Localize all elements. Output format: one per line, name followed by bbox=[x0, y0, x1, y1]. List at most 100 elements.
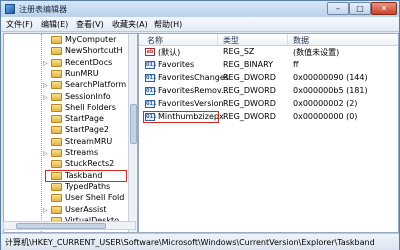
tree-item-label: UserAssist bbox=[65, 204, 107, 214]
tree-item[interactable]: MyComputer bbox=[4, 35, 127, 46]
registry-editor-window: 注册表编辑器 – □ ✕ 文件(F) 编辑(E) 查看(V) 收藏夹(A) 帮助… bbox=[0, 0, 400, 250]
menu-bar: 文件(F) 编辑(E) 查看(V) 收藏夹(A) 帮助(H) bbox=[1, 17, 399, 32]
value-data: (数值未设置) bbox=[293, 48, 340, 57]
folder-icon bbox=[51, 137, 62, 146]
tree-item[interactable]: ▷ UserAssist bbox=[4, 205, 127, 216]
tree-horizontal-scrollbar[interactable] bbox=[3, 221, 136, 230]
tree-item-label: StartPage bbox=[65, 114, 104, 124]
value-name: FavoritesChanges bbox=[158, 73, 229, 82]
value-row[interactable]: 011 FavoritesVersion REG_DWORD 0x00000002 (… bbox=[139, 99, 398, 110]
tree-item[interactable]: TypedPaths bbox=[4, 182, 127, 193]
tree-item[interactable]: ▷ SearchPlatform bbox=[4, 80, 127, 91]
menu-view[interactable]: 查看(V) bbox=[76, 19, 104, 30]
tree-item[interactable]: ▷ RecentDocs bbox=[4, 58, 127, 69]
expand-arrow-icon[interactable]: ▷ bbox=[43, 207, 48, 214]
menu-file[interactable]: 文件(F) bbox=[6, 19, 33, 30]
value-row[interactable]: 011 FavoritesChanges REG_DWORD 0x00000090 (… bbox=[139, 73, 398, 84]
window-title: 注册表编辑器 bbox=[19, 5, 67, 14]
column-name-header[interactable]: 名称 bbox=[147, 35, 163, 46]
title-bar[interactable]: 注册表编辑器 – □ ✕ bbox=[1, 1, 399, 17]
folder-icon bbox=[51, 47, 62, 56]
value-name: FavoritesVersion bbox=[158, 99, 224, 108]
value-data: 0x000000b5 (181) bbox=[293, 86, 368, 95]
menu-help[interactable]: 帮助(H) bbox=[154, 19, 182, 30]
value-type: REG_DWORD bbox=[223, 73, 276, 82]
minimize-button[interactable]: – bbox=[327, 2, 349, 15]
value-data: 0x00000000 (0) bbox=[293, 112, 358, 121]
tree-item[interactable]: ▷ Streams bbox=[4, 148, 127, 159]
value-row[interactable]: 011 FavoritesRemov... REG_DWORD 0x000000b5 … bbox=[139, 86, 398, 97]
value-type: REG_DWORD bbox=[223, 99, 276, 108]
value-row[interactable]: 011 Favorites REG_BINARY ff bbox=[139, 60, 398, 71]
tree-item-label: NewShortcutH bbox=[65, 46, 123, 56]
tree-item[interactable]: User Shell Fold bbox=[4, 193, 127, 204]
expand-arrow-icon[interactable]: ▷ bbox=[43, 60, 48, 67]
value-name: (默认) bbox=[158, 48, 181, 57]
status-bar: 计算机\HKEY_CURRENT_USER\Software\Microsoft… bbox=[1, 233, 399, 250]
menu-favorites[interactable]: 收藏夹(A) bbox=[112, 19, 148, 30]
expand-arrow-icon[interactable]: ▷ bbox=[43, 94, 48, 101]
menu-edit[interactable]: 编辑(E) bbox=[41, 19, 68, 30]
folder-icon bbox=[51, 115, 62, 124]
folder-icon bbox=[51, 58, 62, 67]
folder-icon bbox=[51, 160, 62, 169]
values-list-pane[interactable]: 名称 类型 数据 ab (默认) REG_SZ (数值未设置) 011 Favorites… bbox=[138, 33, 399, 233]
tree-item-label: StartPage2 bbox=[65, 125, 109, 135]
tree-scroll-thumb[interactable] bbox=[130, 104, 137, 144]
tree-item[interactable]: RunMRU bbox=[4, 69, 127, 80]
tree-vertical-scrollbar[interactable] bbox=[128, 34, 137, 232]
binary-value-icon: 011 bbox=[145, 100, 157, 108]
folder-icon bbox=[51, 205, 62, 214]
folder-icon bbox=[51, 103, 62, 112]
maximize-button[interactable]: □ bbox=[349, 2, 371, 15]
value-name: FavoritesRemov... bbox=[158, 86, 229, 95]
tree-item[interactable]: StartPage bbox=[4, 114, 127, 125]
tree-item-label: SessionInfo bbox=[65, 91, 111, 101]
minthumb-highlight-box bbox=[143, 111, 219, 123]
tree-item-label: User Shell Fold bbox=[65, 193, 125, 203]
tree-item[interactable]: ▷ SessionInfo bbox=[4, 92, 127, 103]
column-data-header[interactable]: 数据 bbox=[293, 35, 309, 46]
tree-hscroll-thumb[interactable] bbox=[16, 223, 106, 229]
tree-item-label: Streams bbox=[65, 148, 99, 157]
tree-item[interactable]: StreamMRU bbox=[4, 137, 127, 148]
folder-icon bbox=[51, 36, 62, 44]
taskband-highlight-box bbox=[45, 170, 127, 182]
binary-value-icon: 011 bbox=[145, 61, 157, 69]
binary-value-icon: 011 bbox=[145, 74, 157, 82]
tree-item[interactable]: StartPage2 bbox=[4, 125, 127, 136]
value-data: 0x00000090 (144) bbox=[293, 73, 368, 82]
value-data: 0x00000002 (2) bbox=[293, 99, 358, 108]
list-header: 名称 类型 数据 bbox=[139, 34, 398, 46]
registry-editor-icon bbox=[5, 4, 15, 14]
tree-item-label: MyComputer bbox=[65, 35, 117, 44]
folder-icon bbox=[51, 149, 62, 157]
expand-arrow-icon[interactable]: ▷ bbox=[43, 82, 48, 89]
string-value-icon: ab bbox=[145, 48, 155, 56]
expand-arrow-icon[interactable]: ▷ bbox=[43, 150, 48, 157]
tree-item-label: RunMRU bbox=[65, 68, 99, 78]
value-type: REG_DWORD bbox=[223, 86, 276, 95]
value-data: ff bbox=[293, 60, 299, 69]
value-type: REG_BINARY bbox=[223, 60, 274, 69]
column-separator[interactable] bbox=[287, 34, 288, 45]
column-type-header[interactable]: 类型 bbox=[223, 35, 239, 46]
folder-icon bbox=[51, 69, 62, 78]
tree-item-label: StreamMRU bbox=[65, 136, 113, 146]
folder-icon bbox=[51, 81, 62, 90]
binary-value-icon: 011 bbox=[145, 87, 157, 95]
close-button[interactable]: ✕ bbox=[371, 2, 397, 15]
tree-item-label: RecentDocs bbox=[65, 57, 113, 67]
registry-path: 计算机\HKEY_CURRENT_USER\Software\Microsoft… bbox=[5, 238, 375, 247]
value-type: REG_DWORD bbox=[223, 112, 276, 121]
tree-item-label: Shell Folders bbox=[65, 102, 116, 112]
tree-item[interactable]: NewShortcutH bbox=[4, 46, 127, 57]
key-tree-pane[interactable]: MyComputer NewShortcutH ▷ RecentDocs RunMRU ▷… bbox=[3, 33, 138, 233]
tree-item[interactable]: StuckRects2 bbox=[4, 159, 127, 170]
tree-item[interactable]: Shell Folders bbox=[4, 103, 127, 114]
tree-item-label: SearchPlatform bbox=[65, 80, 127, 90]
tree-item-label: StuckRects2 bbox=[65, 159, 115, 169]
column-separator[interactable] bbox=[217, 34, 218, 45]
value-row[interactable]: ab (默认) REG_SZ (数值未设置) bbox=[139, 47, 398, 58]
value-type: REG_SZ bbox=[223, 47, 255, 56]
